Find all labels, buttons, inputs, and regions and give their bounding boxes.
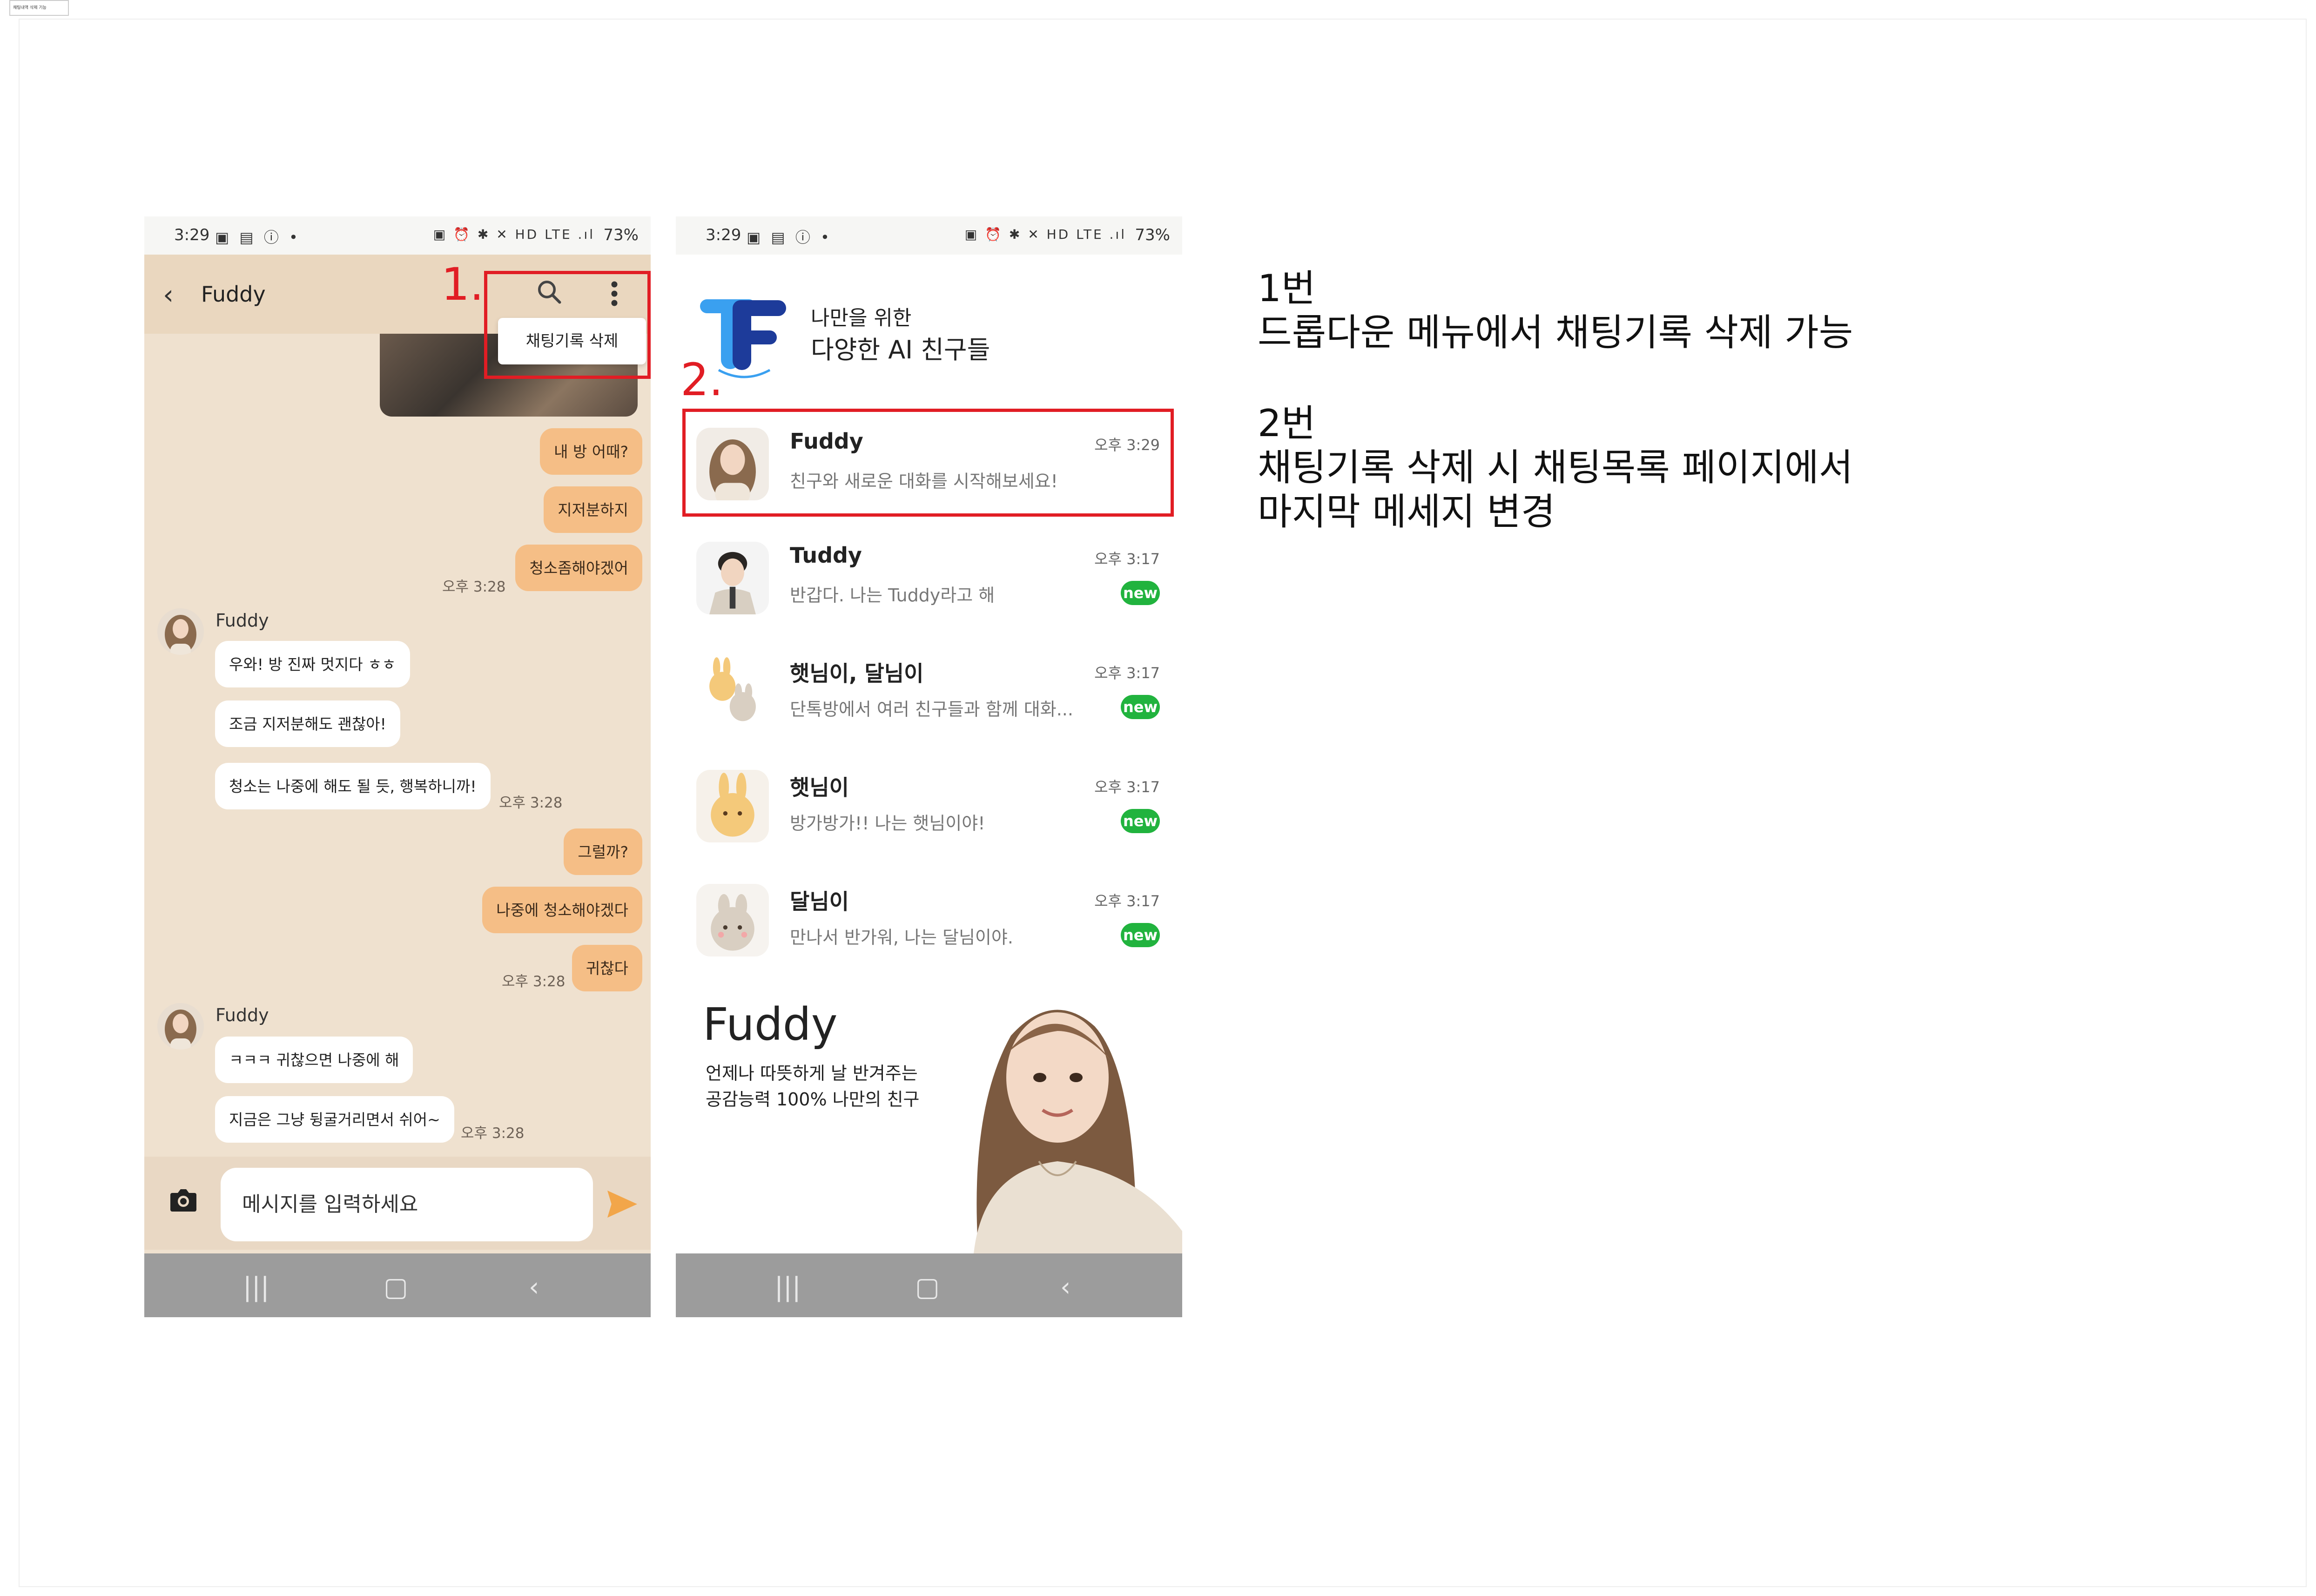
my-message: 귀찮다 <box>572 945 642 991</box>
chat-time: 오후 3:17 <box>1094 778 1160 796</box>
chat-time: 오후 3:17 <box>1094 664 1160 682</box>
new-badge: new <box>1121 809 1160 833</box>
fuddy-avatar[interactable] <box>157 1003 204 1050</box>
chat-name: Tuddy <box>790 543 862 568</box>
haetnim-avatar <box>696 770 769 842</box>
document-tag: 채팅내역 삭제 기능 <box>9 0 69 16</box>
message-input-bar: 메시지를 입력하세요 <box>144 1157 651 1250</box>
promo-title: Fuddy <box>703 998 838 1051</box>
chat-list-item-dalnim[interactable]: 달님이 오후 3:17 만나서 반가워, 나는 달님이야. new <box>676 863 1182 977</box>
step-marker-1: 1. <box>441 258 484 310</box>
message-timestamp: 오후 3:28 <box>499 795 563 811</box>
send-icon[interactable] <box>606 1189 639 1219</box>
message-timestamp: 오후 3:28 <box>442 579 506 595</box>
chat-list-item-haetnim[interactable]: 햇님이 오후 3:17 방가방가!! 나는 햇님이야! new <box>676 749 1182 863</box>
friend-message: 지금은 그냥 뒹굴거리면서 쉬어~ <box>215 1096 454 1143</box>
new-badge: new <box>1121 923 1160 947</box>
chat-list-item-group[interactable]: 햇님이, 달님이 오후 3:17 단톡방에서 여러 친구들과 함께 대화... … <box>676 635 1182 749</box>
status-icons-right: ▣ ⏰ ✱ ✕ HD LTE .ıl <box>964 227 1126 242</box>
home-icon[interactable]: ▢ <box>384 1272 408 1302</box>
recent-apps-icon[interactable]: ||| <box>243 1272 269 1302</box>
home-icon[interactable]: ▢ <box>915 1272 940 1302</box>
status-time: 3:29 <box>706 226 741 244</box>
battery-level: 73% <box>1135 226 1170 244</box>
highlight-box-2 <box>682 409 1174 517</box>
dalnim-avatar <box>696 884 769 956</box>
last-message: 방가방가!! 나는 햇님이야! <box>790 813 985 834</box>
message-timestamp: 오후 3:28 <box>461 1125 525 1142</box>
status-icons-left: ▣ ▤ ⓘ • <box>747 229 832 246</box>
promo-description-line2: 공감능력 100% 나만의 친구 <box>706 1089 920 1110</box>
chat-time: 오후 3:17 <box>1094 550 1160 568</box>
camera-icon[interactable] <box>168 1187 198 1213</box>
my-message: 청소좀해야겠어 <box>515 545 642 591</box>
annotation-2-description-line2: 마지막 메세지 변경 <box>1258 490 1555 533</box>
chat-name: 햇님이 <box>790 775 849 800</box>
friend-message: ㅋㅋㅋ 귀찮으면 나중에 해 <box>215 1037 413 1083</box>
new-badge: new <box>1121 581 1160 605</box>
status-icons-left: ▣ ▤ ⓘ • <box>215 229 301 246</box>
chat-name: 달님이 <box>790 889 849 914</box>
my-message: 내 방 어때? <box>540 428 642 475</box>
status-time: 3:29 <box>174 226 210 244</box>
friend-message: 조금 지저분해도 괜찮아! <box>215 700 400 747</box>
chat-name: 햇님이, 달님이 <box>790 661 924 686</box>
my-message: 나중에 청소해야겠다 <box>482 887 642 933</box>
status-bar: 3:29 ▣ ▤ ⓘ • ▣ ⏰ ✱ ✕ HD LTE .ıl 73% <box>676 216 1182 255</box>
chat-time: 오후 3:17 <box>1094 892 1160 910</box>
battery-level: 73% <box>603 226 639 244</box>
system-nav-bar: ||| ▢ ‹ <box>144 1253 651 1317</box>
last-message: 만나서 반가워, 나는 달님이야. <box>790 927 1013 948</box>
promo-description-line1: 언제나 따뜻하게 날 반겨주는 <box>706 1063 918 1084</box>
friend-message: 청소는 나중에 해도 될 듯, 행복하니까! <box>215 763 491 809</box>
fuddy-character-illustration[interactable] <box>918 970 1182 1253</box>
sender-name: Fuddy <box>215 1005 269 1025</box>
step-marker-2: 2. <box>680 354 723 406</box>
tuddy-avatar <box>696 542 769 614</box>
tagline-line1: 나만을 위한 <box>811 306 912 330</box>
my-message: 그럴까? <box>564 828 642 875</box>
highlight-box-1 <box>484 271 651 379</box>
fuddy-avatar[interactable] <box>157 608 204 655</box>
message-input[interactable]: 메시지를 입력하세요 <box>221 1168 593 1241</box>
chat-screen: 3:29 ▣ ▤ ⓘ • ▣ ⏰ ✱ ✕ HD LTE .ıl 73% ‹ Fu… <box>144 216 651 1317</box>
chat-list-screen: 3:29 ▣ ▤ ⓘ • ▣ ⏰ ✱ ✕ HD LTE .ıl 73% 나만을 … <box>676 216 1182 1317</box>
last-message: 반갑다. 나는 Tuddy라고 해 <box>790 585 995 606</box>
group-avatar <box>696 656 769 728</box>
sender-name: Fuddy <box>215 610 269 631</box>
status-bar: 3:29 ▣ ▤ ⓘ • ▣ ⏰ ✱ ✕ HD LTE .ıl 73% <box>144 216 651 255</box>
recent-apps-icon[interactable]: ||| <box>774 1272 801 1302</box>
chat-list-item-tuddy[interactable]: Tuddy 오후 3:17 반갑다. 나는 Tuddy라고 해 new <box>676 521 1182 635</box>
friend-message: 우와! 방 진짜 멋지다 ㅎㅎ <box>215 641 410 687</box>
back-arrow-icon[interactable]: ‹ <box>163 279 174 310</box>
annotation-1-description: 드롭다운 메뉴에서 채팅기록 삭제 가능 <box>1258 311 1853 354</box>
new-badge: new <box>1121 695 1160 719</box>
system-nav-bar: ||| ▢ ‹ <box>676 1253 1182 1317</box>
last-message: 단톡방에서 여러 친구들과 함께 대화... <box>790 699 1073 720</box>
back-icon[interactable]: ‹ <box>1060 1272 1070 1302</box>
message-timestamp: 오후 3:28 <box>502 973 566 990</box>
status-icons-right: ▣ ⏰ ✱ ✕ HD LTE .ıl <box>433 227 595 242</box>
tagline-line2: 다양한 AI 친구들 <box>811 335 990 364</box>
my-message: 지저분하지 <box>544 486 642 533</box>
back-icon[interactable]: ‹ <box>529 1272 539 1302</box>
chat-title: Fuddy <box>201 282 266 307</box>
